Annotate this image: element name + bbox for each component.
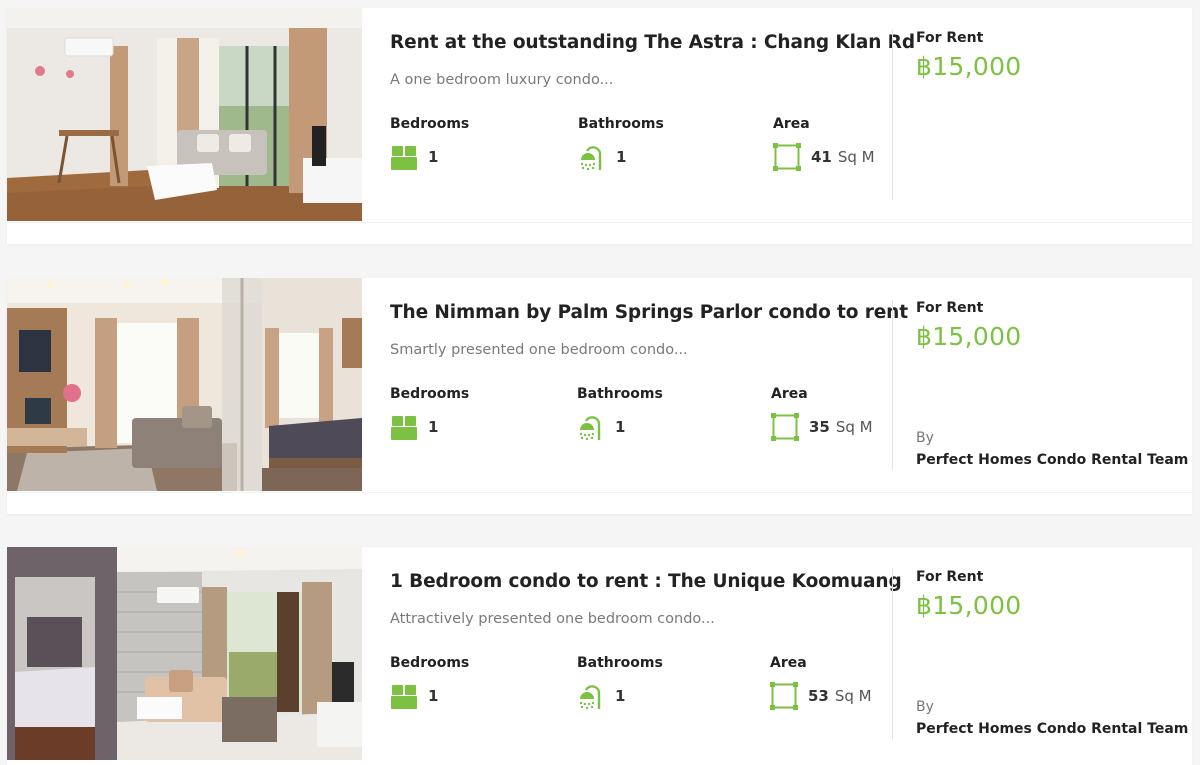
bathrooms-value: 1 xyxy=(616,148,627,166)
bedrooms-feature: Bedrooms 1 xyxy=(390,655,570,709)
area-value: 35 xyxy=(809,418,830,436)
card-footer xyxy=(7,492,1192,514)
bathrooms-feature: Bathrooms 1 xyxy=(577,386,757,441)
area-icon xyxy=(773,143,801,171)
bedrooms-label: Bedrooms xyxy=(390,655,470,671)
bedrooms-label: Bedrooms xyxy=(390,386,470,402)
bathrooms-label: Bathrooms xyxy=(578,116,664,132)
listing-price: ฿15,000 xyxy=(916,591,1022,620)
shower-icon xyxy=(577,682,605,710)
listing-price-panel: For Rent ฿15,000 By Perfect Homes Condo … xyxy=(916,547,1188,760)
bathrooms-value: 1 xyxy=(615,687,626,705)
area-unit: Sq M xyxy=(835,418,873,436)
listing-price-panel: For Rent ฿15,000 By Perfect Homes Condo … xyxy=(916,278,1188,491)
listing-status: For Rent xyxy=(916,300,984,316)
bedrooms-feature: Bedrooms 1 xyxy=(390,386,570,440)
listing-description: Attractively presented one bedroom condo… xyxy=(390,611,715,627)
listing-title[interactable]: Rent at the outstanding The Astra : Chan… xyxy=(390,32,915,53)
listing-price-panel: For Rent ฿15,000 xyxy=(916,8,1186,221)
listing-info: The Nimman by Palm Springs Parlor condo … xyxy=(390,278,908,491)
agent-by-label: By xyxy=(916,430,934,446)
listing-price: ฿15,000 xyxy=(916,322,1022,351)
listing-title[interactable]: The Nimman by Palm Springs Parlor condo … xyxy=(390,302,908,323)
card-divider xyxy=(892,569,893,739)
listing-card[interactable]: Rent at the outstanding The Astra : Chan… xyxy=(7,8,1192,244)
listing-photo[interactable] xyxy=(7,278,362,491)
listing-photo[interactable] xyxy=(7,8,362,221)
area-icon xyxy=(770,682,798,710)
listing-status: For Rent xyxy=(916,569,984,585)
listing-description: Smartly presented one bedroom condo... xyxy=(390,342,688,358)
bathrooms-label: Bathrooms xyxy=(577,386,663,402)
agent-name[interactable]: Perfect Homes Condo Rental Team xyxy=(916,452,1188,468)
bedrooms-value: 1 xyxy=(428,418,439,436)
listing-info: Rent at the outstanding The Astra : Chan… xyxy=(390,8,915,221)
area-unit: Sq M xyxy=(834,687,872,705)
listing-photo[interactable] xyxy=(7,547,362,760)
listing-price: ฿15,000 xyxy=(916,52,1022,81)
agent-name[interactable]: Perfect Homes Condo Rental Team xyxy=(916,721,1188,737)
bedrooms-feature: Bedrooms 1 xyxy=(390,116,570,170)
agent-by-label: By xyxy=(916,699,934,715)
bathrooms-feature: Bathrooms 1 xyxy=(578,116,758,171)
shower-icon xyxy=(577,413,605,441)
area-unit: Sq M xyxy=(837,148,875,166)
bedrooms-label: Bedrooms xyxy=(390,116,470,132)
bedrooms-value: 1 xyxy=(428,148,439,166)
area-value: 41 xyxy=(811,148,832,166)
card-divider xyxy=(892,30,893,200)
listing-status: For Rent xyxy=(916,30,984,46)
listing-card[interactable]: The Nimman by Palm Springs Parlor condo … xyxy=(7,278,1192,514)
card-footer xyxy=(7,222,1192,244)
area-icon xyxy=(771,413,799,441)
listing-results: Rent at the outstanding The Astra : Chan… xyxy=(0,0,1200,765)
bed-icon xyxy=(390,143,418,171)
listing-title[interactable]: 1 Bedroom condo to rent : The Unique Koo… xyxy=(390,571,902,592)
bedrooms-value: 1 xyxy=(428,687,439,705)
shower-icon xyxy=(578,143,606,171)
bed-icon xyxy=(390,413,418,441)
card-divider xyxy=(892,300,893,470)
listing-description: A one bedroom luxury condo... xyxy=(390,72,614,88)
area-value: 53 xyxy=(808,687,829,705)
bathrooms-value: 1 xyxy=(615,418,626,436)
bed-icon xyxy=(390,682,418,710)
bathrooms-feature: Bathrooms 1 xyxy=(577,655,757,710)
listing-card[interactable]: 1 Bedroom condo to rent : The Unique Koo… xyxy=(7,547,1192,765)
listing-info: 1 Bedroom condo to rent : The Unique Koo… xyxy=(390,547,902,760)
bathrooms-label: Bathrooms xyxy=(577,655,663,671)
